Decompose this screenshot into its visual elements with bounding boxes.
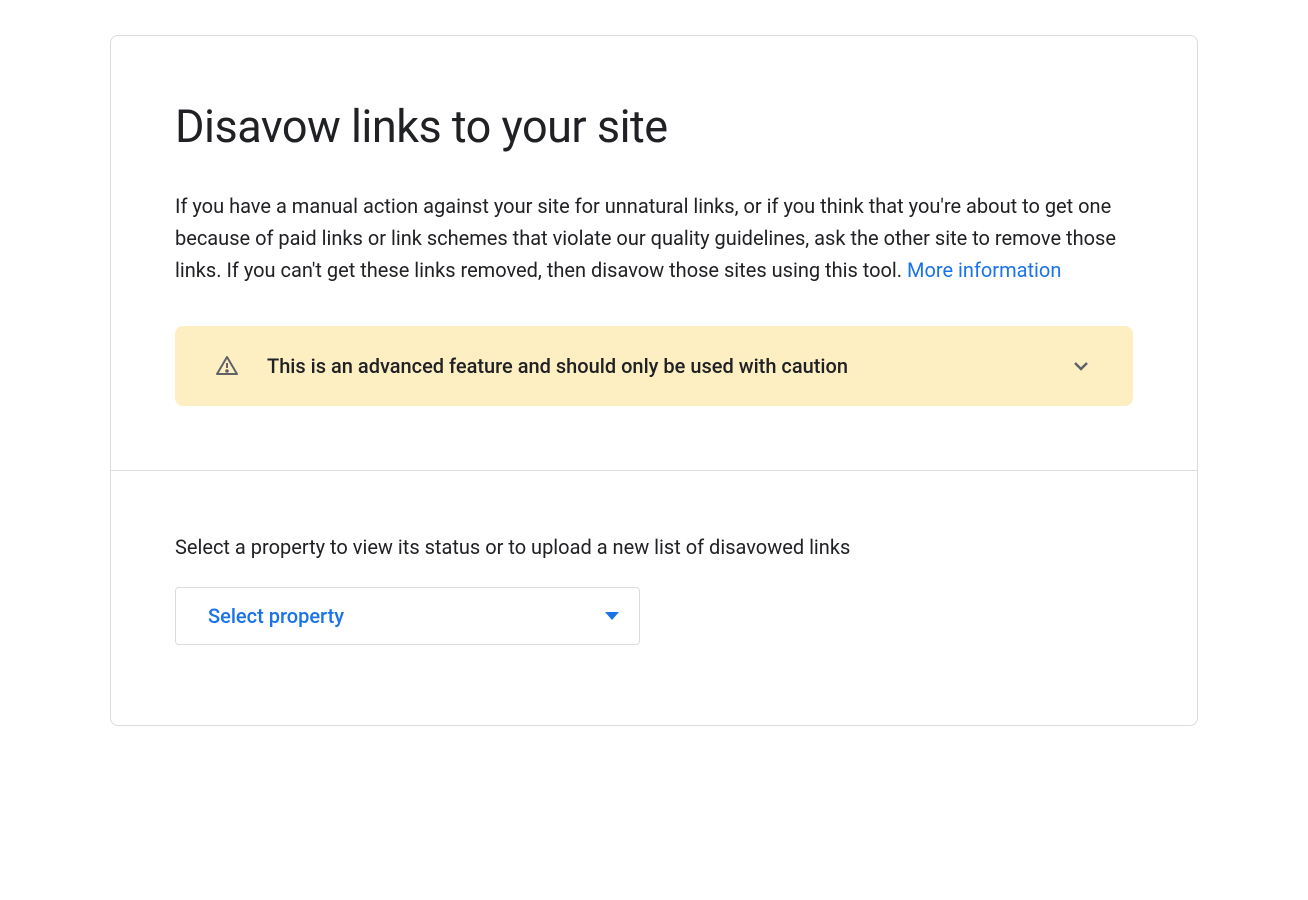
select-property-placeholder: Select property	[208, 604, 344, 628]
warning-text: This is an advanced feature and should o…	[267, 354, 1041, 378]
more-information-link[interactable]: More information	[907, 258, 1061, 282]
card-bottom-section: Select a property to view its status or …	[111, 471, 1197, 725]
select-property-dropdown[interactable]: Select property	[175, 587, 640, 645]
dropdown-arrow-icon	[605, 612, 619, 620]
warning-triangle-icon	[215, 354, 239, 378]
warning-banner[interactable]: This is an advanced feature and should o…	[175, 326, 1133, 406]
chevron-down-icon	[1069, 354, 1093, 378]
page-title: Disavow links to your site	[175, 100, 1133, 154]
card-top-section: Disavow links to your site If you have a…	[111, 36, 1197, 470]
description-paragraph: If you have a manual action against your…	[175, 190, 1133, 286]
select-property-label: Select a property to view its status or …	[175, 535, 1133, 559]
main-card: Disavow links to your site If you have a…	[110, 35, 1198, 726]
